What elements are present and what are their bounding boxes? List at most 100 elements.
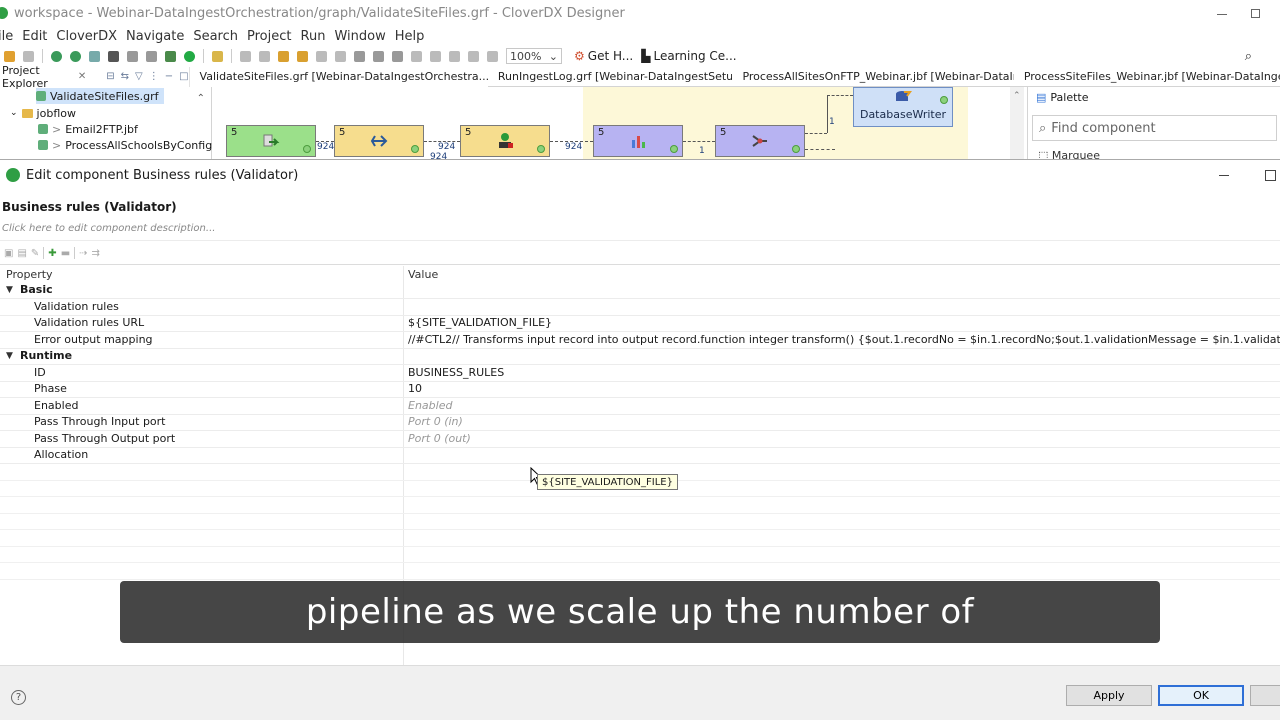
search-icon[interactable]: ⌕ bbox=[1245, 49, 1252, 64]
menu-project[interactable]: Project bbox=[247, 29, 291, 44]
ruler-icon[interactable] bbox=[487, 50, 498, 62]
maximize-icon[interactable] bbox=[1251, 8, 1260, 18]
run-icon[interactable] bbox=[184, 50, 195, 62]
move-up-icon[interactable]: ⇢ bbox=[79, 248, 87, 259]
copy-icon[interactable]: ▣ bbox=[4, 248, 13, 259]
menu-edit[interactable]: Edit bbox=[22, 29, 47, 44]
chevron-up-icon[interactable]: ⌃ bbox=[1013, 91, 1021, 101]
tab-runingestlog[interactable]: RunIngestLog.grf [Webinar-DataIngestSetu… bbox=[488, 67, 733, 87]
graph-node-reformat[interactable]: 5 bbox=[334, 125, 424, 157]
arrange-icon[interactable] bbox=[146, 50, 157, 62]
property-row-allocation[interactable]: Allocation bbox=[0, 447, 1280, 464]
menu-navigate[interactable]: Navigate bbox=[126, 29, 184, 44]
add-icon[interactable]: ✚ bbox=[48, 248, 56, 259]
minimize-icon[interactable] bbox=[1219, 174, 1229, 176]
get-help-link[interactable]: ⚙ Get H... bbox=[574, 49, 633, 63]
pin-icon[interactable] bbox=[392, 50, 403, 62]
clover-debug-icon[interactable] bbox=[70, 50, 81, 62]
find-component-input[interactable]: ⌕ Find component bbox=[1032, 115, 1277, 141]
property-row-phase[interactable]: Phase 10 bbox=[0, 381, 1280, 398]
settings-icon[interactable] bbox=[165, 50, 176, 62]
menu-help[interactable]: Help bbox=[395, 29, 425, 44]
chevron-up-icon[interactable]: ⌃ bbox=[197, 93, 205, 104]
maximize-view-icon[interactable]: □ bbox=[179, 71, 188, 82]
grid-icon[interactable] bbox=[449, 50, 460, 62]
graph-tool-icon[interactable] bbox=[89, 50, 100, 62]
menu-search[interactable]: Search bbox=[193, 29, 238, 44]
property-row-enabled[interactable]: Enabled Enabled bbox=[0, 398, 1280, 415]
graph-edge[interactable] bbox=[805, 149, 835, 151]
canvas-vertical-scrollbar[interactable]: ⌃ bbox=[1010, 87, 1024, 159]
property-value[interactable]: 10 bbox=[408, 382, 1280, 395]
tab-processsitefiles[interactable]: ProcessSiteFiles_Webinar.jbf [Webinar-Da… bbox=[1014, 67, 1280, 87]
property-value[interactable]: BUSINESS_RULES bbox=[408, 366, 1280, 379]
new-icon[interactable] bbox=[4, 50, 15, 62]
tab-project-explorer[interactable]: Project Explorer ✕ ⊟ ⇆ ▽ ⋮ − □ bbox=[0, 64, 190, 90]
tree-item-processallschools[interactable]: > ProcessAllSchoolsByConfigl bbox=[38, 137, 215, 153]
open-folder-icon[interactable] bbox=[212, 50, 223, 62]
dropdown-icon[interactable] bbox=[108, 50, 119, 62]
menu-run[interactable]: Run bbox=[301, 29, 326, 44]
menu-file[interactable]: ile bbox=[0, 29, 13, 44]
minimize-icon[interactable] bbox=[1217, 13, 1227, 15]
column-header-property[interactable]: Property bbox=[6, 266, 53, 282]
layout-icon[interactable] bbox=[127, 50, 138, 62]
link-editor-icon[interactable]: ⇆ bbox=[121, 71, 129, 82]
menu-window[interactable]: Window bbox=[334, 29, 385, 44]
property-value[interactable]: ${SITE_VALIDATION_FILE} bbox=[408, 316, 1280, 329]
graph-edge[interactable] bbox=[805, 133, 827, 135]
learning-center-link[interactable]: ▙ Learning Ce... bbox=[641, 49, 736, 63]
snap-icon[interactable] bbox=[468, 50, 479, 62]
tree-item-email2ftp[interactable]: > Email2FTP.jbf bbox=[38, 121, 138, 137]
column-header-value[interactable]: Value bbox=[408, 266, 438, 282]
remove-icon[interactable]: ▬ bbox=[61, 248, 70, 259]
tree-item-jobflow[interactable]: ⌄ jobflow bbox=[10, 105, 76, 121]
paste-icon[interactable]: ▤ bbox=[17, 248, 26, 259]
forward-icon[interactable] bbox=[297, 50, 308, 62]
distribute-icon[interactable] bbox=[411, 50, 422, 62]
property-row-pass-through-input[interactable]: Pass Through Input port Port 0 (in) bbox=[0, 414, 1280, 431]
graph-node-aggregate[interactable]: 5 bbox=[593, 125, 683, 157]
view-menu-icon[interactable]: ⋮ bbox=[149, 71, 159, 82]
move-down-icon[interactable]: ⇉ bbox=[92, 248, 100, 259]
maximize-icon[interactable] bbox=[1265, 169, 1276, 181]
graph-node-reader[interactable]: 5 bbox=[226, 125, 316, 157]
align-center-icon[interactable] bbox=[259, 50, 270, 62]
property-row-error-output-mapping[interactable]: Error output mapping //#CTL2// Transform… bbox=[0, 332, 1280, 349]
match-size-icon[interactable] bbox=[430, 50, 441, 62]
graph-node-merge[interactable]: 5 bbox=[715, 125, 805, 157]
graph-edge[interactable] bbox=[683, 141, 715, 143]
property-section-runtime[interactable]: ▼ Runtime bbox=[0, 348, 1280, 365]
filter-icon[interactable]: ▽ bbox=[135, 71, 143, 82]
property-row-validation-rules[interactable]: Validation rules bbox=[0, 299, 1280, 316]
component-description-field[interactable]: Click here to edit component description… bbox=[2, 223, 215, 234]
back-icon[interactable] bbox=[278, 50, 289, 62]
apply-button[interactable]: Apply bbox=[1066, 685, 1152, 706]
clover-run-icon[interactable] bbox=[51, 50, 62, 62]
redo-icon[interactable] bbox=[335, 50, 346, 62]
tree-item-validatesitefiles[interactable]: ValidateSiteFiles.grf bbox=[36, 88, 165, 104]
graph-node-validator[interactable]: 5 bbox=[460, 125, 550, 157]
collapse-all-icon[interactable]: ⊟ bbox=[106, 71, 114, 82]
copy-icon[interactable] bbox=[354, 50, 365, 62]
property-value[interactable]: Port 0 (out) bbox=[408, 432, 1280, 445]
property-row-pass-through-output[interactable]: Pass Through Output port Port 0 (out) bbox=[0, 431, 1280, 448]
chevron-down-icon[interactable]: ▼ bbox=[6, 285, 13, 295]
property-value[interactable]: //#CTL2// Transforms input record into o… bbox=[408, 333, 1280, 346]
zoom-select[interactable]: 100% ⌄ bbox=[506, 48, 562, 64]
help-icon[interactable]: ? bbox=[11, 690, 26, 705]
property-value[interactable]: Enabled bbox=[408, 399, 1280, 412]
cancel-button[interactable] bbox=[1250, 685, 1280, 706]
paste-icon[interactable] bbox=[373, 50, 384, 62]
close-icon[interactable]: ✕ bbox=[78, 71, 86, 82]
save-icon[interactable] bbox=[23, 50, 34, 62]
graph-canvas[interactable]: 5 5 5 5 5 924 924 924 924 1 1 DatabaseWr… bbox=[213, 87, 1025, 159]
ok-button[interactable]: OK bbox=[1158, 685, 1244, 706]
property-section-basic[interactable]: ▼ Basic bbox=[0, 282, 1280, 299]
align-left-icon[interactable] bbox=[240, 50, 251, 62]
graph-node-database-writer[interactable]: DatabaseWriter bbox=[853, 87, 953, 127]
menu-cloverdx[interactable]: CloverDX bbox=[56, 29, 117, 44]
tab-validatesitefiles[interactable]: ValidateSiteFiles.grf [Webinar-DataInges… bbox=[189, 66, 488, 87]
chevron-down-icon[interactable]: ▼ bbox=[6, 351, 13, 361]
edit-icon[interactable]: ✎ bbox=[31, 248, 39, 259]
